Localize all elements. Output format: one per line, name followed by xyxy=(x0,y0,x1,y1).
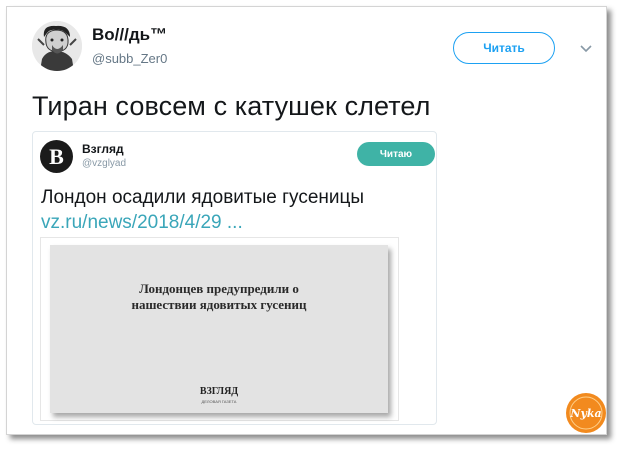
tweet-text: Тиран совсем с катушек слетел xyxy=(32,91,431,121)
follow-button[interactable]: Читать xyxy=(453,32,555,64)
portrait-icon xyxy=(32,21,82,71)
media-preview[interactable]: Лондонцев предупредили о нашествии ядови… xyxy=(40,237,399,421)
headline-line-2: нашествии ядовитых гусениц xyxy=(131,297,307,312)
quoted-display-name[interactable]: Взгляд xyxy=(82,142,124,156)
svg-text:Nyka: Nyka xyxy=(569,407,601,420)
quoted-tweet[interactable]: В Взгляд @vzglyad Читаю Лондон осадили я… xyxy=(32,131,437,425)
news-card-image: Лондонцев предупредили о нашествии ядови… xyxy=(50,245,388,413)
quoted-following-button[interactable]: Читаю xyxy=(357,142,435,166)
quoted-link[interactable]: vz.ru/news/2018/4/29 ... xyxy=(41,212,243,234)
quoted-avatar[interactable]: В xyxy=(40,140,73,173)
quoted-text: Лондон осадили ядовитые гусеницы xyxy=(41,187,365,208)
headline-line-1: Лондонцев предупредили о xyxy=(139,281,299,296)
brand-logo: ВЗГЛЯД xyxy=(199,386,239,397)
user-avatar[interactable] xyxy=(32,21,82,71)
quoted-handle[interactable]: @vzglyad xyxy=(82,158,126,169)
tweet-card: Во///дь™ @subb_Zer0 Читать Тиран совсем … xyxy=(6,6,607,435)
chevron-down-icon[interactable] xyxy=(580,44,592,54)
news-headline: Лондонцев предупредили о нашествии ядови… xyxy=(50,281,388,313)
user-handle[interactable]: @subb_Zer0 xyxy=(92,51,167,66)
brand-tagline: ДЕЛОВАЯ ГАЗЕТА xyxy=(201,399,237,404)
display-name[interactable]: Во///дь™ xyxy=(92,25,167,45)
watermark-logo: Nyka xyxy=(566,393,606,433)
